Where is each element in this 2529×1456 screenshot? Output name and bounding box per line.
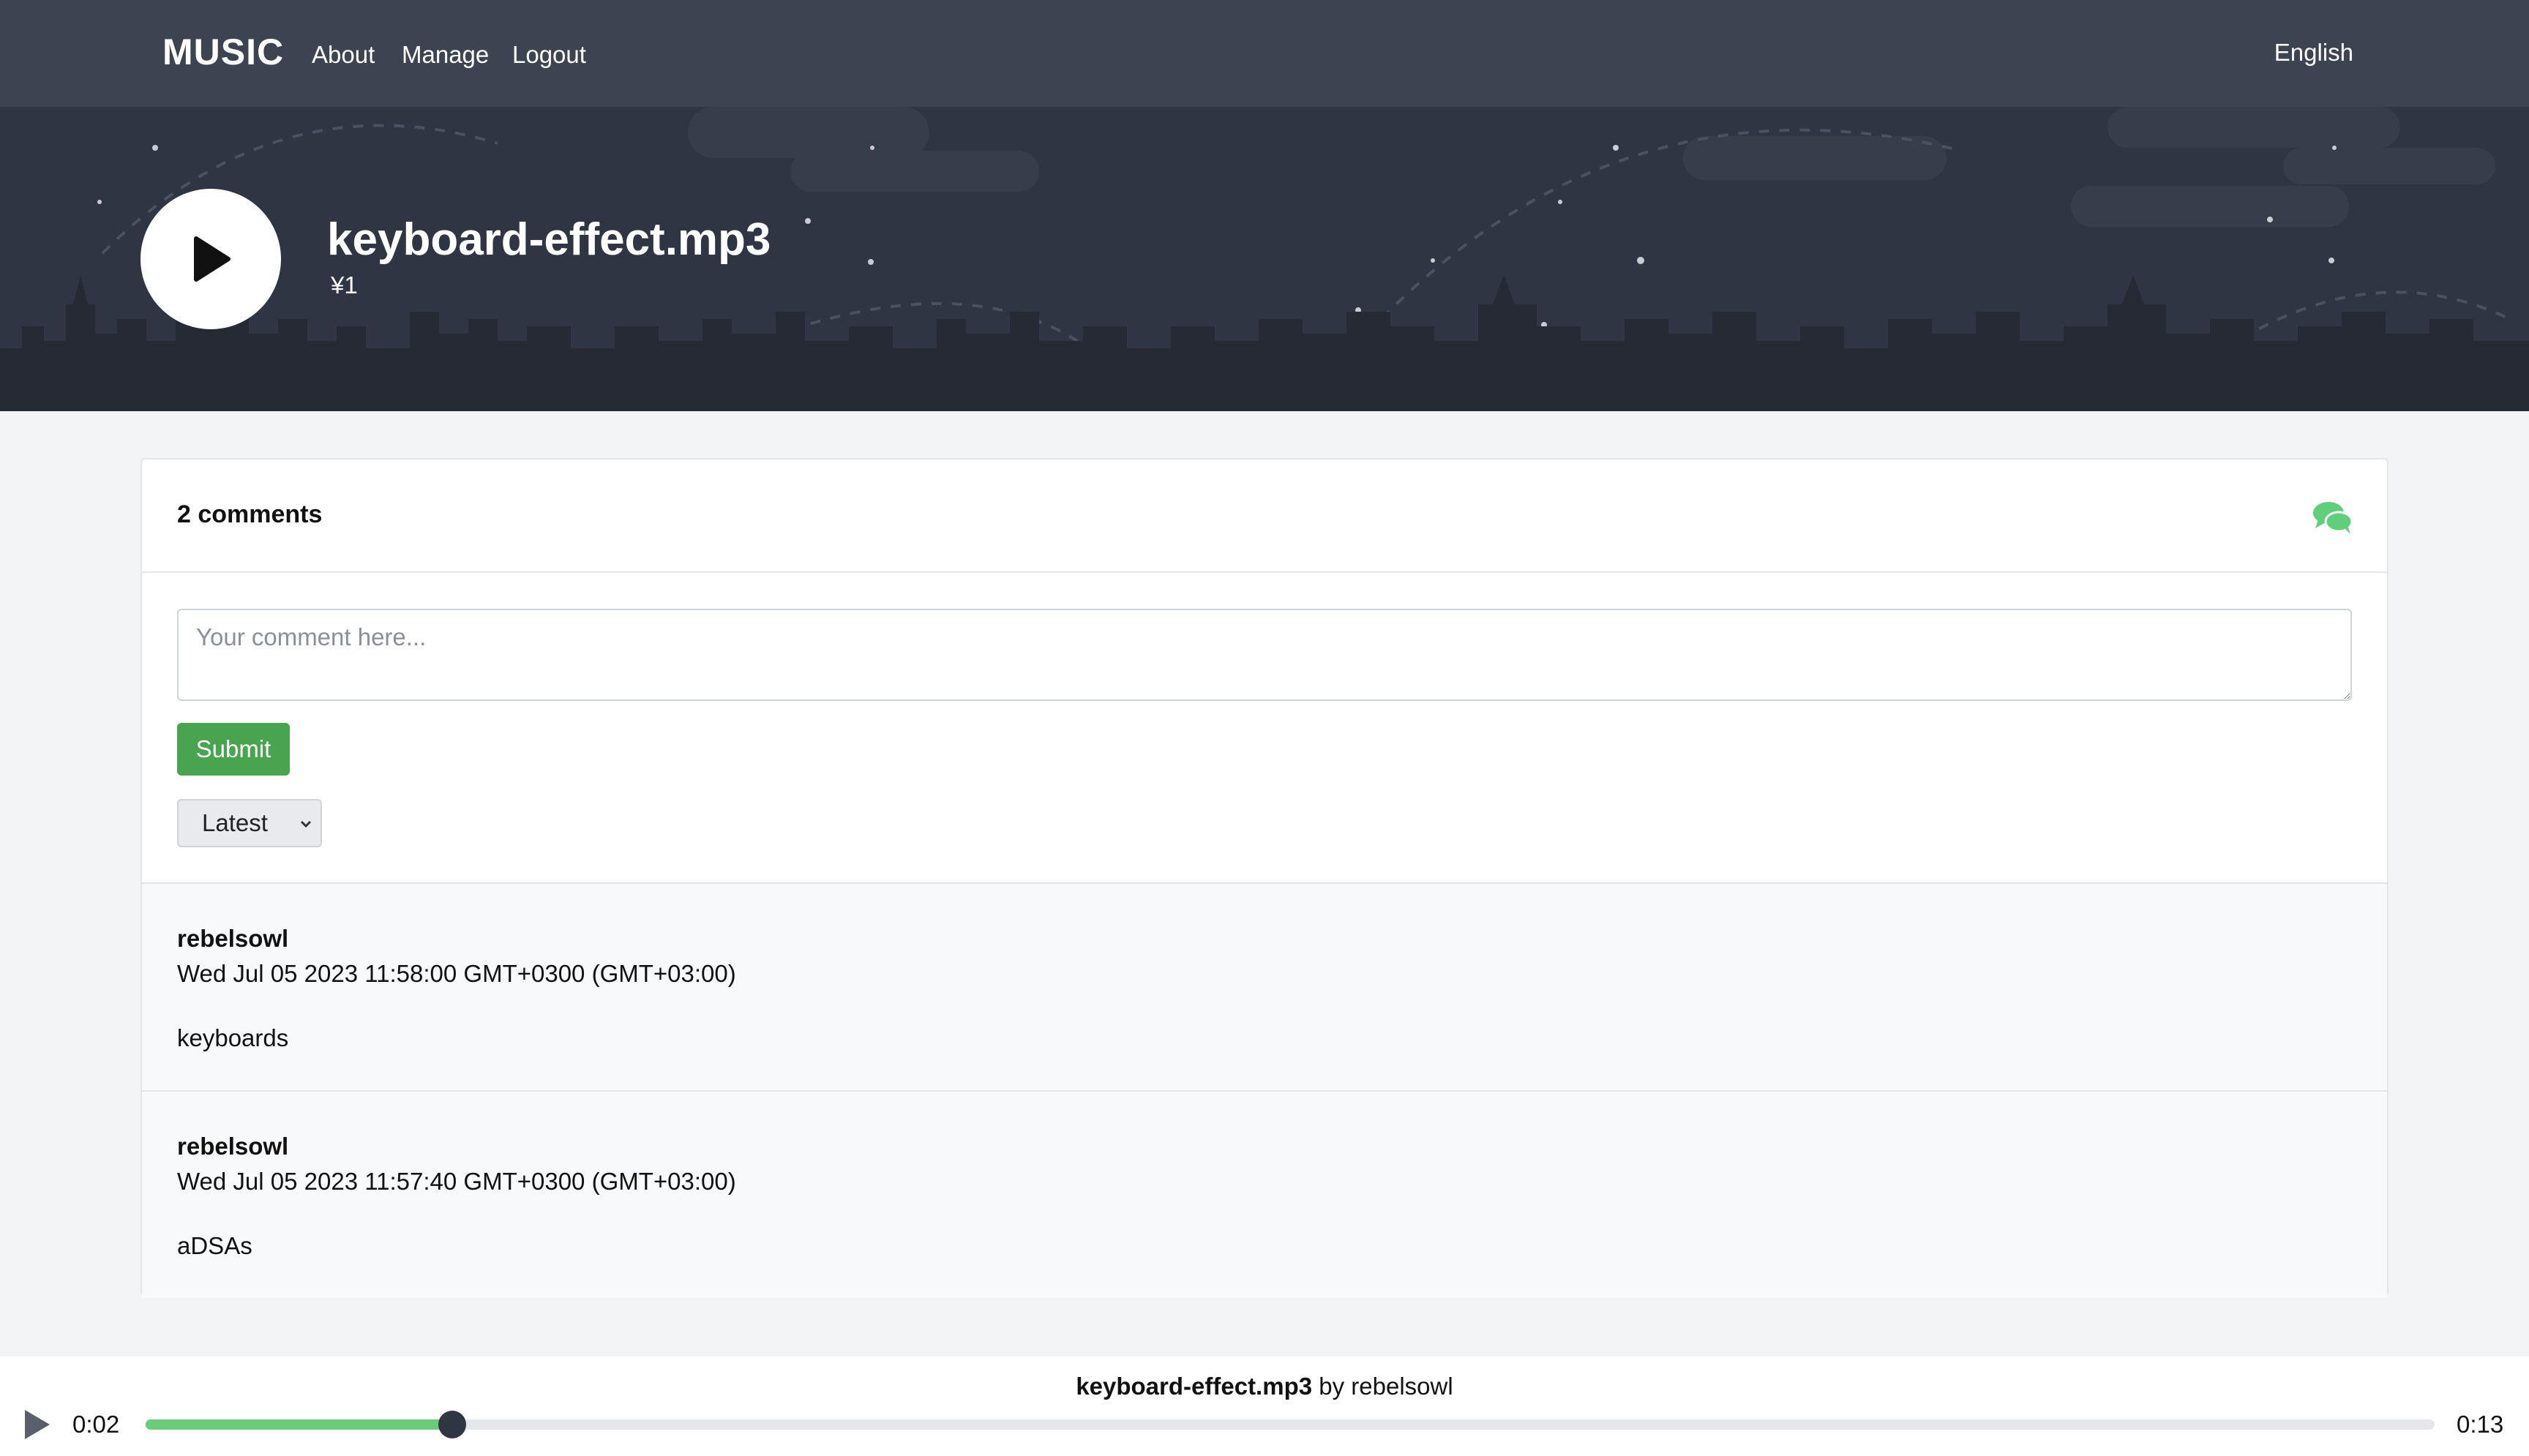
play-icon (194, 236, 231, 282)
audio-player-bar: keyboard-effect.mp3 by rebelsowl 0:02 0:… (0, 1356, 2529, 1456)
progress-handle[interactable] (438, 1411, 467, 1438)
language-selector[interactable]: English (2274, 39, 2353, 67)
progress-slider[interactable] (146, 1411, 2435, 1438)
chevron-down-icon (300, 820, 312, 828)
comment-author[interactable]: rebelsowl (177, 1133, 288, 1160)
brand-logo[interactable]: MUSIC (162, 31, 284, 73)
sort-select-value: Latest (202, 809, 268, 836)
sort-select[interactable]: Latest (177, 799, 322, 847)
now-playing-by: by (1319, 1373, 1345, 1400)
comment-item: rebelsowl Wed Jul 05 2023 11:57:40 GMT+0… (142, 1090, 2387, 1298)
comment-textarea[interactable] (177, 609, 2352, 701)
track-title: keyboard-effect.mp3 (327, 214, 771, 265)
player-play-icon[interactable] (20, 1408, 53, 1441)
total-time: 0:13 (2457, 1411, 2504, 1438)
now-playing-track: keyboard-effect.mp3 (1076, 1373, 1313, 1400)
track-hero-banner: keyboard-effect.mp3 ¥1 (0, 107, 2529, 411)
progress-fill (146, 1419, 453, 1430)
track-price: ¥1 (331, 271, 358, 299)
comment-author[interactable]: rebelsowl (177, 925, 288, 953)
nav-link-about[interactable]: About (312, 41, 375, 69)
top-navbar: MUSIC About Manage Logout English (0, 0, 2529, 107)
comments-header: 2 comments (142, 459, 2387, 573)
nav-link-manage[interactable]: Manage (402, 41, 489, 69)
hero-play-button[interactable] (140, 189, 281, 329)
now-playing-artist: rebelsowl (1351, 1373, 1453, 1400)
comment-date: Wed Jul 05 2023 11:58:00 GMT+0300 (GMT+0… (177, 960, 736, 987)
comments-icon (2313, 502, 2353, 534)
comments-card: 2 comments Submit Latest rebelsowl Wed J… (140, 458, 2388, 1298)
nav-link-logout[interactable]: Logout (512, 41, 586, 69)
current-time: 0:02 (72, 1411, 120, 1438)
comment-text: aDSAs (177, 1232, 252, 1259)
submit-button[interactable]: Submit (177, 723, 290, 776)
comment-count: 2 comments (177, 500, 323, 528)
now-playing-label: keyboard-effect.mp3 by rebelsowl (0, 1373, 2529, 1400)
comment-item: rebelsowl Wed Jul 05 2023 11:58:00 GMT+0… (142, 882, 2387, 1090)
comment-text: keyboards (177, 1024, 289, 1051)
comment-date: Wed Jul 05 2023 11:57:40 GMT+0300 (GMT+0… (177, 1168, 736, 1195)
